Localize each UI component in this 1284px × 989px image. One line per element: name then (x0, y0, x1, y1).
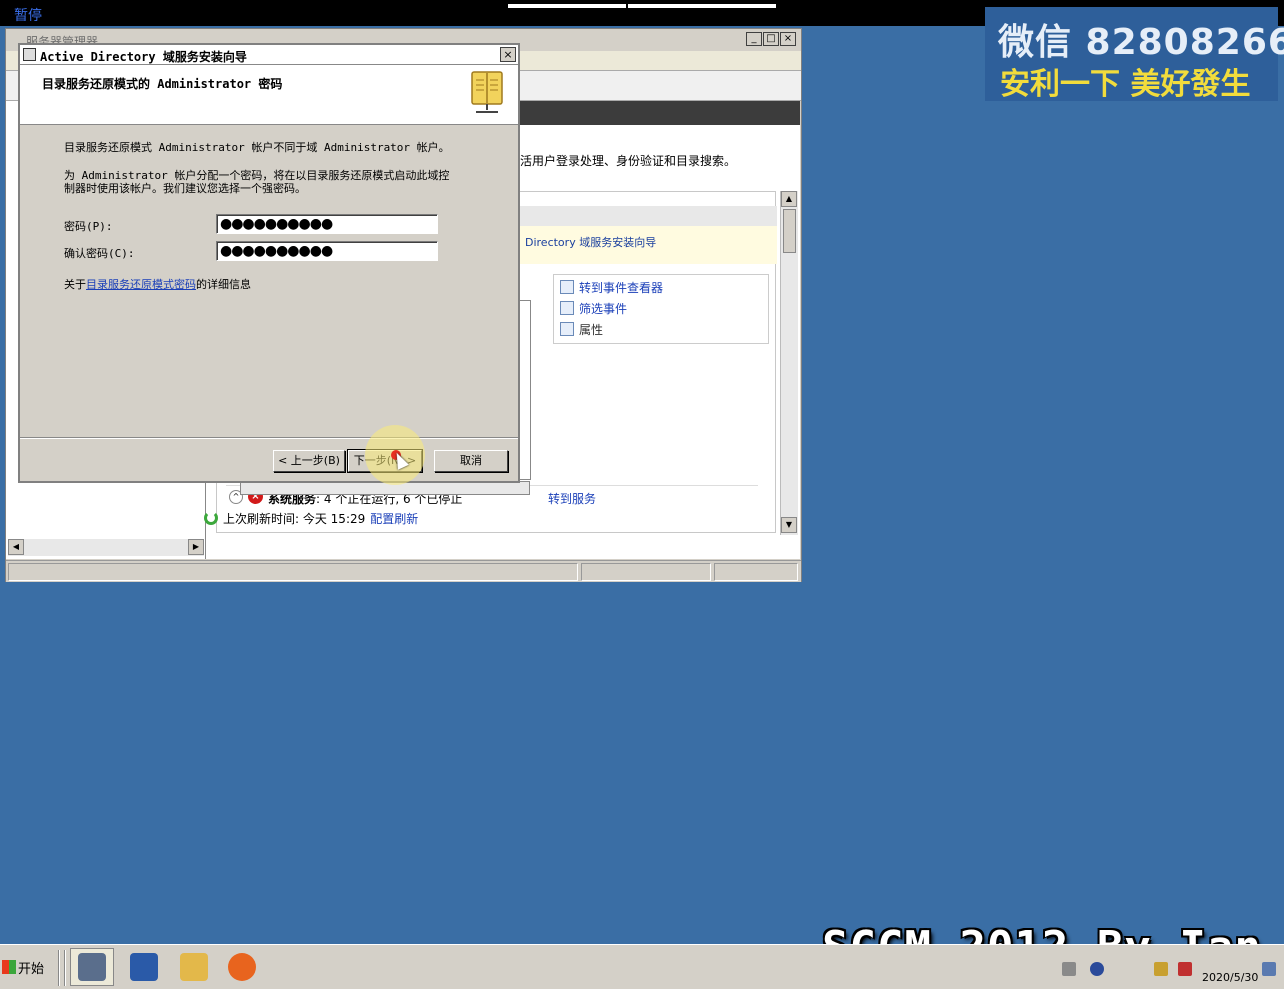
taskbar-file-explorer[interactable] (174, 948, 214, 986)
taskbar-server-manager[interactable] (70, 948, 114, 986)
maximize-button[interactable]: □ (763, 32, 779, 46)
scroll-down-arrow[interactable]: ▼ (781, 517, 797, 533)
properties-icon (560, 322, 574, 336)
show-desktop-icon[interactable] (1262, 962, 1276, 976)
dialog-title: Active Directory 域服务安装向导 (40, 50, 247, 64)
watermark-slogan: 安利一下 美好發生 (1000, 67, 1251, 102)
inner-vscrollbar[interactable] (519, 300, 531, 480)
status-cell (8, 563, 578, 581)
intro-text: 目录服务还原模式 Administrator 帐户不同于域 Administra… (64, 141, 450, 154)
top-bar-segment (508, 4, 626, 8)
scroll-up-arrow[interactable]: ▲ (781, 191, 797, 207)
action-label: 筛选事件 (579, 301, 628, 316)
password-label: 密码(P): (64, 220, 113, 233)
dialog-body: 目录服务还原模式 Administrator 帐户不同于域 Administra… (20, 125, 518, 435)
taskbar-separator (64, 950, 66, 986)
confirm-password-field[interactable]: ●●●●●●●●●● (216, 241, 438, 261)
system-tray: 2020/5/30 (1030, 948, 1282, 988)
windows-logo-icon (2, 960, 16, 974)
dsrm-password-link[interactable]: 目录服务还原模式密码 (86, 278, 196, 291)
taskbar-firefox[interactable] (222, 948, 262, 986)
keyboard-icon[interactable] (1062, 962, 1076, 976)
event-viewer-icon (560, 280, 574, 294)
firefox-icon (228, 953, 256, 981)
dialog-header: 目录服务还原模式的 Administrator 密码 (20, 65, 518, 125)
taskbar-powershell[interactable] (124, 948, 164, 986)
action-filter-events[interactable]: 筛选事件 (560, 298, 627, 318)
dialog-close-button[interactable]: × (500, 47, 516, 62)
start-button[interactable]: 开始 (2, 953, 52, 981)
watermark-banner: 微信 82808266 安利一下 美好發生 (985, 7, 1284, 102)
action-label: 属性 (579, 322, 604, 337)
network-icon[interactable] (1090, 962, 1104, 976)
top-bar-segment (628, 4, 776, 8)
taskbar: 开始 2020/5/30 (0, 944, 1284, 989)
action-properties[interactable]: 属性 (560, 319, 603, 339)
refresh-icon (204, 511, 218, 525)
actions-box: 转到事件查看器 筛选事件 属性 (553, 274, 769, 344)
pause-label[interactable]: 暂停 (14, 5, 42, 25)
ad-wizard-link[interactable]: Directory 域服务安装向导 (525, 234, 656, 250)
tray-date[interactable]: 2020/5/30 (1202, 971, 1258, 984)
scroll-thumb[interactable] (783, 209, 796, 253)
server-manager-icon (78, 953, 106, 981)
alert-icon[interactable] (1178, 962, 1192, 976)
password-field[interactable]: ●●●●●●●●●● (216, 214, 438, 234)
more-info-suffix: 的详细信息 (196, 278, 251, 291)
button-separator (20, 437, 518, 439)
instruction-line2: 制器时使用该帐户。我们建议您选择一个强密码。 (64, 182, 306, 195)
last-refresh-label: 上次刷新时间: 今天 15:29 (223, 511, 366, 526)
details-scrollbar[interactable]: ▲ ▼ (780, 191, 798, 535)
close-button[interactable]: × (780, 32, 796, 46)
status-bar (6, 560, 801, 582)
refresh-bar: 上次刷新时间: 今天 15:29 配置刷新 (204, 507, 418, 529)
cancel-button[interactable]: 取消 (434, 450, 508, 472)
goto-services-link[interactable]: 转到服务 (548, 490, 596, 507)
action-label: 转到事件查看器 (579, 280, 664, 295)
security-icon[interactable] (1154, 962, 1168, 976)
wizard-app-icon (23, 48, 36, 61)
powershell-icon (130, 953, 158, 981)
page-title: 目录服务还原模式的 Administrator 密码 (42, 77, 283, 91)
file-explorer-icon (180, 953, 208, 981)
taskbar-separator (58, 950, 60, 986)
more-info-text: 关于目录服务还原模式密码的详细信息 (64, 276, 251, 292)
filter-icon (560, 301, 574, 315)
ad-ds-wizard-dialog: Active Directory 域服务安装向导 × 目录服务还原模式的 Adm… (18, 43, 520, 483)
book-icon (471, 71, 503, 113)
scroll-right-arrow[interactable]: ▶ (188, 539, 204, 555)
configure-refresh-link[interactable]: 配置刷新 (370, 510, 418, 527)
watermark-wechat: 微信 82808266 (998, 22, 1284, 63)
start-label: 开始 (18, 961, 45, 977)
action-event-viewer[interactable]: 转到事件查看器 (560, 277, 663, 297)
confirm-password-label: 确认密码(C): (64, 247, 135, 260)
more-info-prefix: 关于 (64, 278, 86, 291)
tree-hscrollbar[interactable]: ◀ ▶ (8, 539, 204, 556)
dialog-titlebar: Active Directory 域服务安装向导 × (20, 45, 518, 65)
scroll-left-arrow[interactable]: ◀ (8, 539, 24, 555)
status-cell (714, 563, 798, 581)
status-cell (581, 563, 711, 581)
role-description: 活用户登录处理、身份验证和目录搜索。 (520, 154, 737, 168)
back-button[interactable]: < 上一步(B) (273, 450, 345, 472)
minimize-button[interactable]: _ (746, 32, 762, 46)
